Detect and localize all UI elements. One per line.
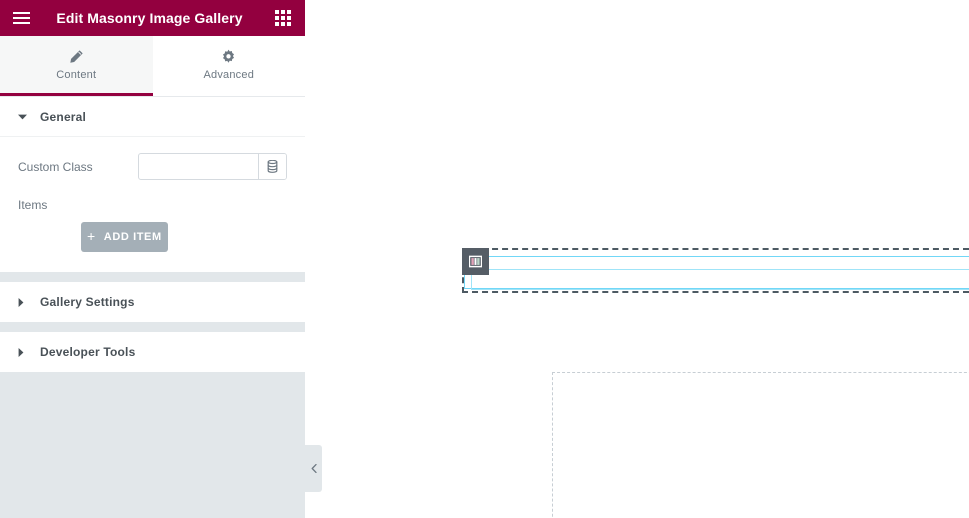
- panel-tabs: Content Advanced: [0, 36, 305, 97]
- apps-grid-icon: [281, 22, 285, 26]
- selected-column-outline: [471, 269, 969, 290]
- hamburger-menu-icon: [12, 17, 30, 19]
- chevron-left-icon: [311, 464, 317, 473]
- section-developer-tools: Developer Tools: [0, 332, 305, 372]
- custom-class-row: Custom Class: [18, 153, 287, 180]
- apps-grid-icon: [281, 10, 285, 14]
- selected-section-inner-outline: [464, 256, 969, 290]
- dynamic-tags-icon: [267, 160, 278, 173]
- editor-panel: Edit Masonry Image Gallery Content Advan…: [0, 0, 305, 518]
- pencil-icon: [70, 49, 83, 63]
- section-general-header[interactable]: General: [0, 97, 305, 137]
- add-item-button[interactable]: + ADD ITEM: [81, 222, 168, 252]
- section-gallery-settings-title: Gallery Settings: [40, 295, 135, 309]
- custom-class-label: Custom Class: [18, 159, 93, 174]
- section-gallery-settings: Gallery Settings: [0, 282, 305, 322]
- preview-canvas[interactable]: [305, 0, 969, 518]
- selected-section-outline[interactable]: [462, 248, 969, 293]
- hamburger-menu-icon: [12, 22, 30, 24]
- apps-grid-icon: [287, 16, 291, 20]
- section-general-title: General: [40, 109, 87, 124]
- page-title: Edit Masonry Image Gallery: [56, 10, 243, 26]
- apps-grid-icon: [281, 16, 285, 20]
- gear-icon: [223, 49, 235, 63]
- panel-header: Edit Masonry Image Gallery: [0, 0, 305, 36]
- add-item-button-label: ADD ITEM: [103, 231, 162, 243]
- section-general-body: Custom Class Items + ADD ITEM: [0, 137, 305, 272]
- elementor-editor: Edit Masonry Image Gallery Content Advan…: [0, 0, 969, 518]
- hamburger-menu-icon: [12, 12, 30, 14]
- section-gallery-settings-header[interactable]: Gallery Settings: [0, 282, 305, 322]
- caret-right-icon: [18, 297, 28, 307]
- apps-grid-icon: [275, 22, 279, 26]
- columns-icon: [469, 255, 482, 268]
- caret-right-icon: [18, 347, 28, 357]
- apps-grid-icon: [287, 10, 291, 14]
- tab-content-label: Content: [56, 68, 97, 81]
- tab-content[interactable]: Content: [0, 36, 153, 96]
- custom-class-input-group: [138, 153, 287, 180]
- section-developer-tools-header[interactable]: Developer Tools: [0, 332, 305, 372]
- custom-class-input[interactable]: [139, 154, 258, 179]
- tab-advanced[interactable]: Advanced: [152, 36, 305, 96]
- section-general: General Custom Class Items + ADD ITEM: [0, 97, 305, 272]
- dynamic-tags-button[interactable]: [258, 154, 286, 179]
- section-developer-tools-title: Developer Tools: [40, 345, 136, 359]
- tab-advanced-label: Advanced: [203, 68, 255, 81]
- items-label: Items: [18, 198, 48, 212]
- section-handle[interactable]: [462, 248, 489, 275]
- apps-grid-icon: [275, 10, 279, 14]
- apps-grid-icon: [287, 22, 291, 26]
- plus-icon: +: [87, 228, 96, 244]
- apps-grid-button[interactable]: [271, 6, 295, 30]
- empty-section-placeholder[interactable]: [552, 372, 969, 518]
- panel-collapse-toggle[interactable]: [305, 445, 322, 492]
- caret-down-icon: [18, 114, 28, 120]
- apps-grid-icon: [275, 16, 279, 20]
